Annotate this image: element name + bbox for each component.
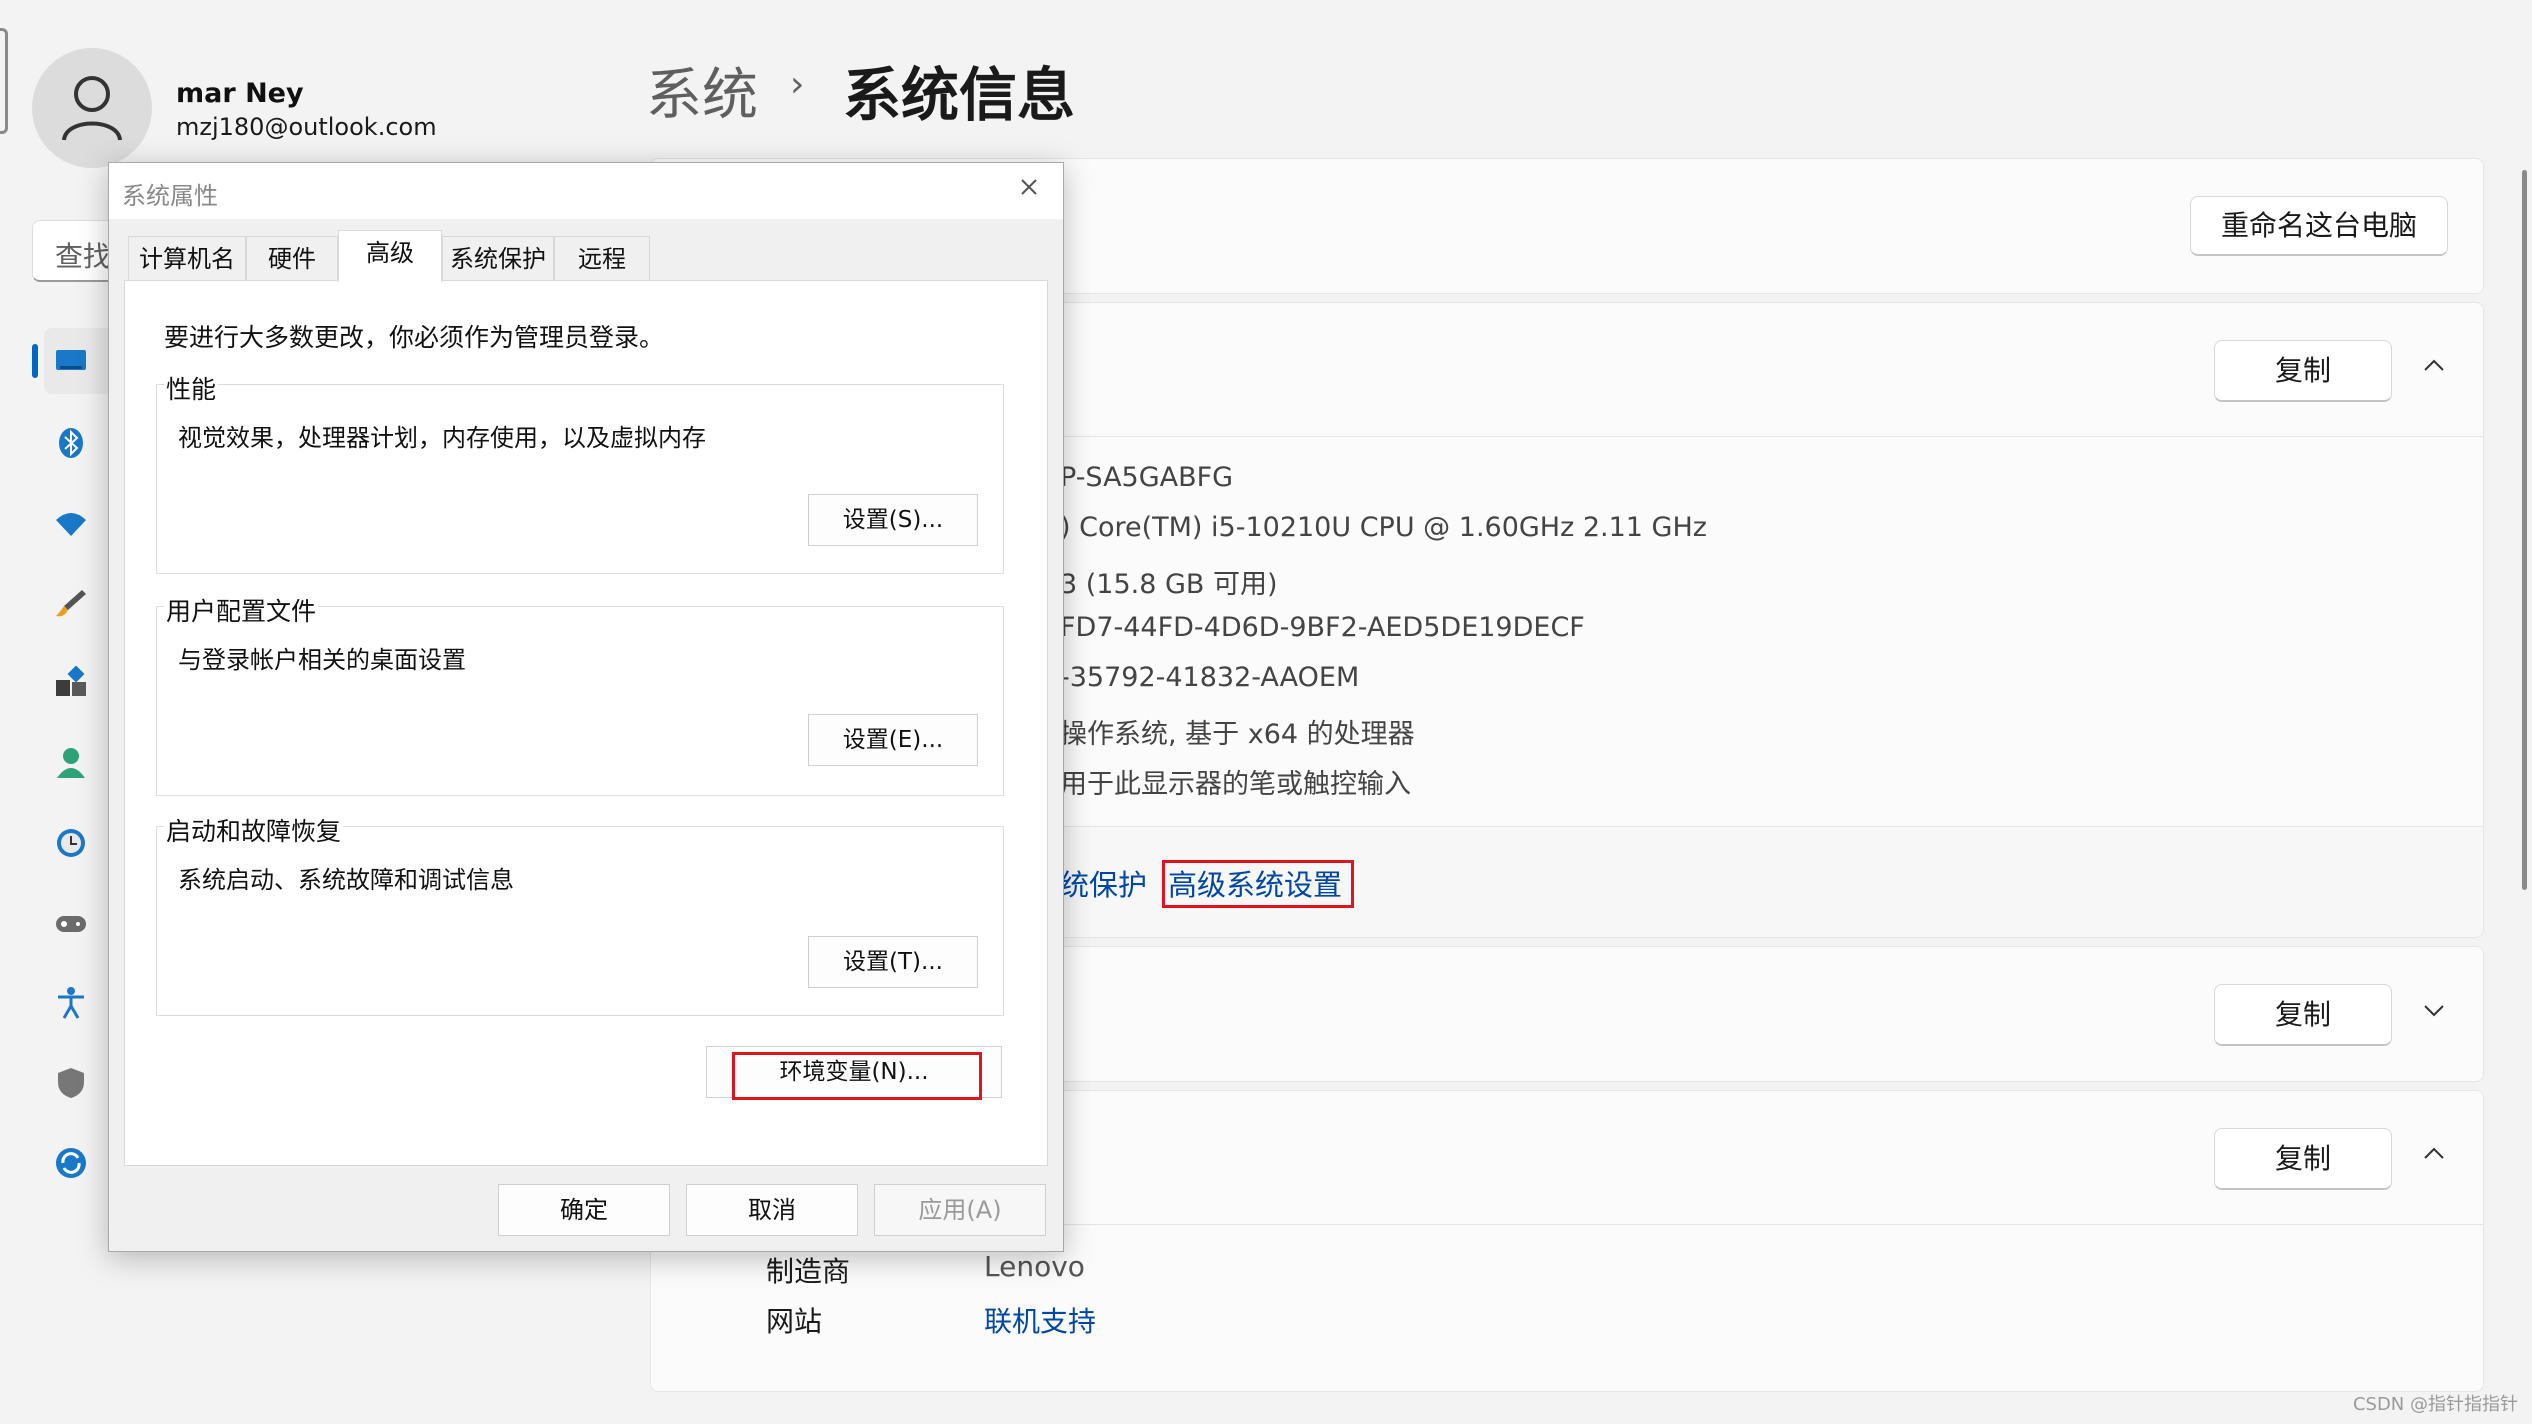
apply-button[interactable]: 应用(A) [874,1184,1046,1236]
user-profile-description: 与登录帐户相关的桌面设置 [178,646,466,674]
spec-device-id: FD7-44FD-4D6D-9BF2-AED5DE19DECF [1060,612,1585,643]
gamepad-icon[interactable] [54,906,88,940]
accessibility-icon[interactable] [54,986,88,1020]
dialog-titlebar[interactable] [109,163,1063,219]
bluetooth-icon[interactable] [54,426,88,460]
spec-ram: 3 (15.8 GB 可用) [1060,569,1278,600]
page-title: 系统信息 [843,61,1076,129]
breadcrumb-separator: › [790,64,805,105]
breadcrumb-root[interactable]: 系统 [646,50,758,131]
nav-selection-indicator [32,344,38,378]
chevron-up-icon[interactable] [2420,1140,2448,1168]
user-profile-settings-button[interactable]: 设置(E)... [808,714,978,766]
website-label: 网站 [766,1305,823,1338]
spec-device-name: P-SA5GABFG [1060,462,1234,493]
chevron-down-icon[interactable] [2420,996,2448,1024]
search-placeholder: 查找 [55,240,112,273]
tab-remote[interactable]: 远程 [554,236,650,280]
spec-system-type: 操作系统, 基于 x64 的处理器 [1060,719,1415,750]
chevron-up-icon[interactable] [2420,352,2448,380]
user-name: mar Ney [176,78,304,109]
tab-hardware[interactable]: 硬件 [246,236,338,280]
shield-icon[interactable] [54,1066,88,1100]
cancel-button[interactable]: 取消 [686,1184,858,1236]
startup-recovery-description: 系统启动、系统故障和调试信息 [178,866,514,894]
tab-advanced[interactable]: 高级 [338,230,442,282]
user-profile-title: 用户配置文件 [164,592,319,628]
admin-notice: 要进行大多数更改，你必须作为管理员登录。 [164,323,665,352]
highlight-box [1162,860,1354,908]
scrollbar[interactable] [2522,170,2527,890]
rename-pc-button[interactable]: 重命名这台电脑 [2190,196,2448,256]
apps-icon[interactable] [54,666,88,700]
display-icon[interactable] [54,344,88,378]
manufacturer-value: Lenovo [984,1250,1085,1283]
update-icon[interactable] [54,1146,88,1180]
performance-settings-button[interactable]: 设置(S)... [808,494,978,546]
user-profile-group [156,606,1004,796]
startup-recovery-settings-button[interactable]: 设置(T)... [808,936,978,988]
copy-windows-specs-button[interactable]: 复制 [2214,984,2392,1046]
copy-device-specs-button[interactable]: 复制 [2214,340,2392,402]
highlight-box [732,1052,982,1100]
brush-icon[interactable] [54,586,88,620]
tab-computer-name[interactable]: 计算机名 [128,236,246,280]
spec-processor: ) Core(TM) i5-10210U CPU @ 1.60GHz 2.11 … [1060,512,1707,543]
user-email: mzj180@outlook.com [176,113,437,141]
close-icon[interactable] [1012,170,1046,204]
online-support-link[interactable]: 联机支持 [984,1300,1096,1340]
startup-recovery-title: 启动和故障恢复 [164,812,344,848]
ok-button[interactable]: 确定 [498,1184,670,1236]
manufacturer-label: 制造商 [766,1255,851,1288]
copy-support-button[interactable]: 复制 [2214,1128,2392,1190]
tab-system-protection[interactable]: 系统保护 [442,236,554,280]
person-icon[interactable] [54,746,88,780]
person-icon [62,76,122,141]
window-edge [0,28,8,134]
system-protection-link[interactable]: 统保护 [1060,862,1147,904]
performance-description: 视觉效果，处理器计划，内存使用，以及虚拟内存 [178,424,706,452]
spec-pen-touch: 用于此显示器的笔或触控输入 [1060,769,1411,800]
watermark: CSDN @指针指指针 [2352,1394,2518,1415]
dialog-title: 系统属性 [122,182,218,210]
spec-product-id: -35792-41832-AAOEM [1060,662,1360,693]
performance-title: 性能 [164,370,219,406]
wifi-icon[interactable] [54,506,88,540]
clock-globe-icon[interactable] [54,826,88,860]
avatar[interactable] [32,48,152,168]
